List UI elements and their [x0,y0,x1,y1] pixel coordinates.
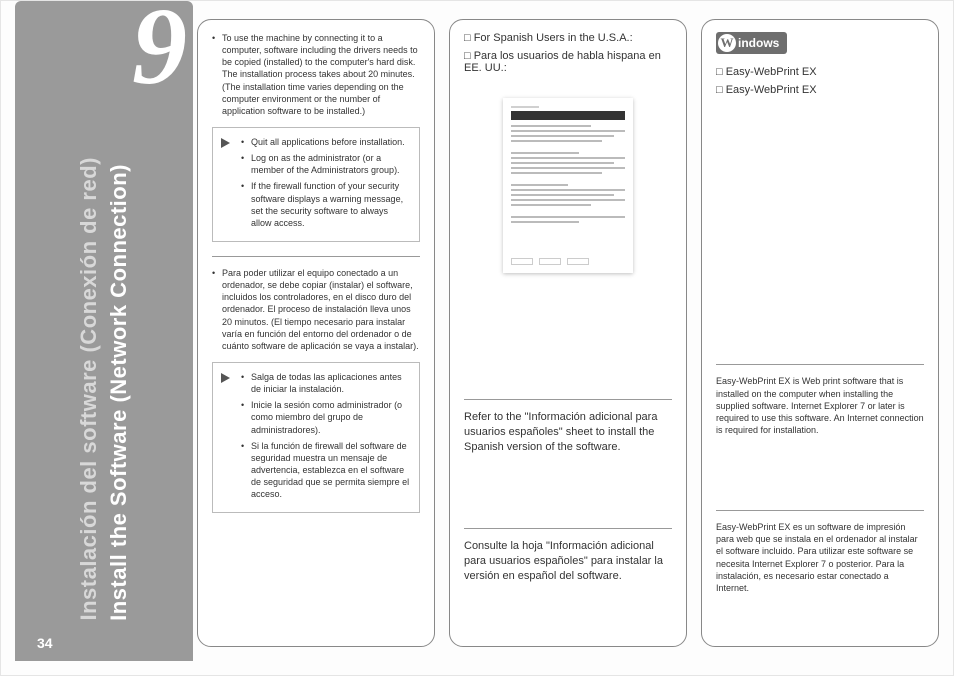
thumb-footer-buttons [511,258,625,265]
arrow-icon [221,138,230,148]
column-2: □ For Spanish Users in the U.S.A.: □ Par… [449,19,687,647]
windows-badge-text: indows [738,36,779,50]
thumb-title-bar [511,111,625,120]
tip-es-1: Salga de todas las aplicaciones antes de… [241,371,411,395]
page-number: 34 [37,635,53,651]
refer-text-en: Refer to the "Información adicional para… [464,410,672,455]
software-item-1: □ Easy-WebPrint EX [716,64,924,82]
thumb-gray-bar [511,106,539,108]
divider [716,364,924,365]
tip-en-2: Log on as the administrator (or a member… [241,152,411,176]
tip-es-3: Si la función de firewall del software d… [241,440,411,501]
section-title-en: Install the Software (Network Connection… [106,164,132,621]
windows-badge: Windows [716,32,787,54]
note-es: Easy-WebPrint EX es un software de impre… [716,521,924,594]
intro-text-en: To use the machine by connecting it to a… [212,32,420,117]
section-titles: Instalación del software (Conexión de re… [15,61,193,621]
manual-page: 9 Instalación del software (Conexión de … [0,0,954,676]
divider [464,528,672,529]
windows-w-icon: W [718,34,736,52]
section-title-es: Instalación del software (Conexión de re… [76,157,102,621]
tip-box-en: Quit all applications before installatio… [212,127,420,242]
document-thumbnail [503,98,633,273]
divider [464,399,672,400]
content-columns: To use the machine by connecting it to a… [197,19,939,647]
col2-heading-en: □ For Spanish Users in the U.S.A.: [464,32,672,44]
tip-en-3: If the firewall function of your securit… [241,180,411,229]
tip-en-1: Quit all applications before installatio… [241,136,411,148]
software-item-2: □ Easy-WebPrint EX [716,82,924,100]
divider [716,510,924,511]
divider [212,256,420,257]
refer-text-es: Consulte la hoja "Información adicional … [464,539,672,584]
intro-text-es: Para poder utilizar el equipo conectado … [212,267,420,352]
tip-es-2: Inicie la sesión como administrador (o c… [241,399,411,435]
arrow-icon [221,373,230,383]
column-1: To use the machine by connecting it to a… [197,19,435,647]
section-sidebar: 9 Instalación del software (Conexión de … [15,1,193,661]
col2-heading-es: □ Para los usuarios de habla hispana en … [464,50,672,74]
column-3: Windows □ Easy-WebPrint EX □ Easy-WebPri… [701,19,939,647]
tip-box-es: Salga de todas las aplicaciones antes de… [212,362,420,513]
note-en: Easy-WebPrint EX is Web print software t… [716,375,924,436]
software-list: □ Easy-WebPrint EX □ Easy-WebPrint EX [716,64,924,99]
